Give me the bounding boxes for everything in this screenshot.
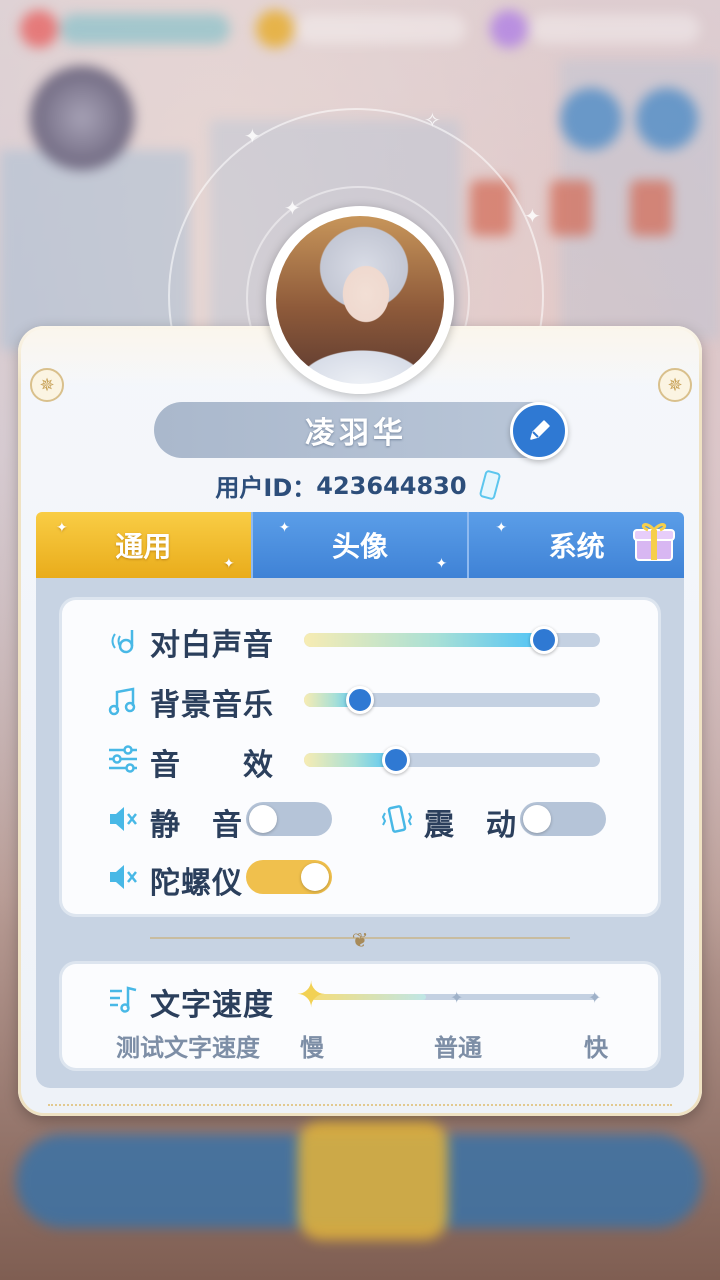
gyroscope-toggle[interactable] (246, 860, 332, 894)
edit-name-button[interactable] (510, 402, 568, 460)
settings-tabs: ✦ ✦ 通用 ✦ ✦ 头像 ✦ 系统 (36, 512, 685, 578)
mute-label: 静 音 (150, 808, 243, 843)
sparkle-icon: ✦ (284, 196, 301, 220)
gyroscope-label: 陀螺仪 (150, 866, 243, 901)
corner-ornament-icon: ✵ (658, 368, 692, 402)
speed-option-slow[interactable]: 慢 (300, 1028, 324, 1063)
mute-toggle[interactable] (246, 802, 332, 836)
gift-icon (633, 523, 676, 561)
text-speed-icon (110, 986, 137, 1013)
sparkle-icon: ✦ (244, 124, 261, 148)
dialogue-voice-label: 对白声音 (150, 628, 274, 663)
speaker-mute-icon (110, 807, 137, 831)
text-speed-tick-icon: ✦ (450, 988, 464, 1007)
vibration-label: 震 动 (424, 808, 517, 843)
tab-general-label: 通用 (115, 530, 172, 563)
sparkle-icon: ✦ (524, 204, 541, 228)
speed-option-normal[interactable]: 普通 (434, 1028, 482, 1063)
text-speed-tick-icon: ✦ (588, 988, 602, 1007)
bgm-slider[interactable] (304, 686, 600, 714)
player-name-bar: 凌羽华 (154, 402, 558, 458)
copy-id-button[interactable] (477, 469, 505, 503)
speaker-mute-icon (110, 865, 137, 889)
voice-wave-icon (111, 630, 134, 654)
user-id-value: 423644830 (316, 471, 467, 500)
speed-option-fast[interactable]: 快 (584, 1028, 608, 1063)
slider-handle[interactable] (529, 626, 558, 654)
text-speed-handle-icon[interactable]: ✦ (296, 978, 326, 1014)
dialogue-voice-slider[interactable] (304, 626, 600, 654)
tab-system[interactable]: ✦ 系统 (467, 512, 685, 578)
equalizer-icon (109, 745, 137, 773)
sparkle-icon: ✧ (424, 108, 441, 132)
tab-system-label: 系统 (548, 530, 605, 563)
sfx-slider[interactable] (304, 746, 600, 774)
bgm-label: 背景音乐 (150, 688, 274, 723)
tab-avatar[interactable]: ✦ ✦ 头像 (250, 512, 468, 578)
pencil-icon (530, 420, 550, 440)
player-name: 凌羽华 (305, 416, 407, 451)
user-id-label: 用户ID： (215, 474, 317, 502)
sfx-label: 音 效 (150, 748, 274, 783)
phone-copy-icon (479, 469, 501, 500)
user-id-row: 用户ID： 423644830 (0, 468, 720, 503)
ornament-divider-icon: ❦ (351, 928, 369, 952)
music-note-icon (108, 687, 136, 716)
slider-handle[interactable] (381, 746, 410, 774)
test-text-speed-label: 测试文字速度 (116, 1034, 260, 1062)
tab-general[interactable]: ✦ ✦ 通用 (36, 512, 251, 578)
vibration-toggle[interactable] (520, 802, 606, 836)
tab-avatar-label: 头像 (332, 530, 389, 563)
text-speed-label: 文字速度 (150, 988, 274, 1023)
corner-ornament-icon: ✵ (30, 368, 64, 402)
vibrate-icon (381, 805, 413, 833)
avatar[interactable] (276, 216, 444, 384)
